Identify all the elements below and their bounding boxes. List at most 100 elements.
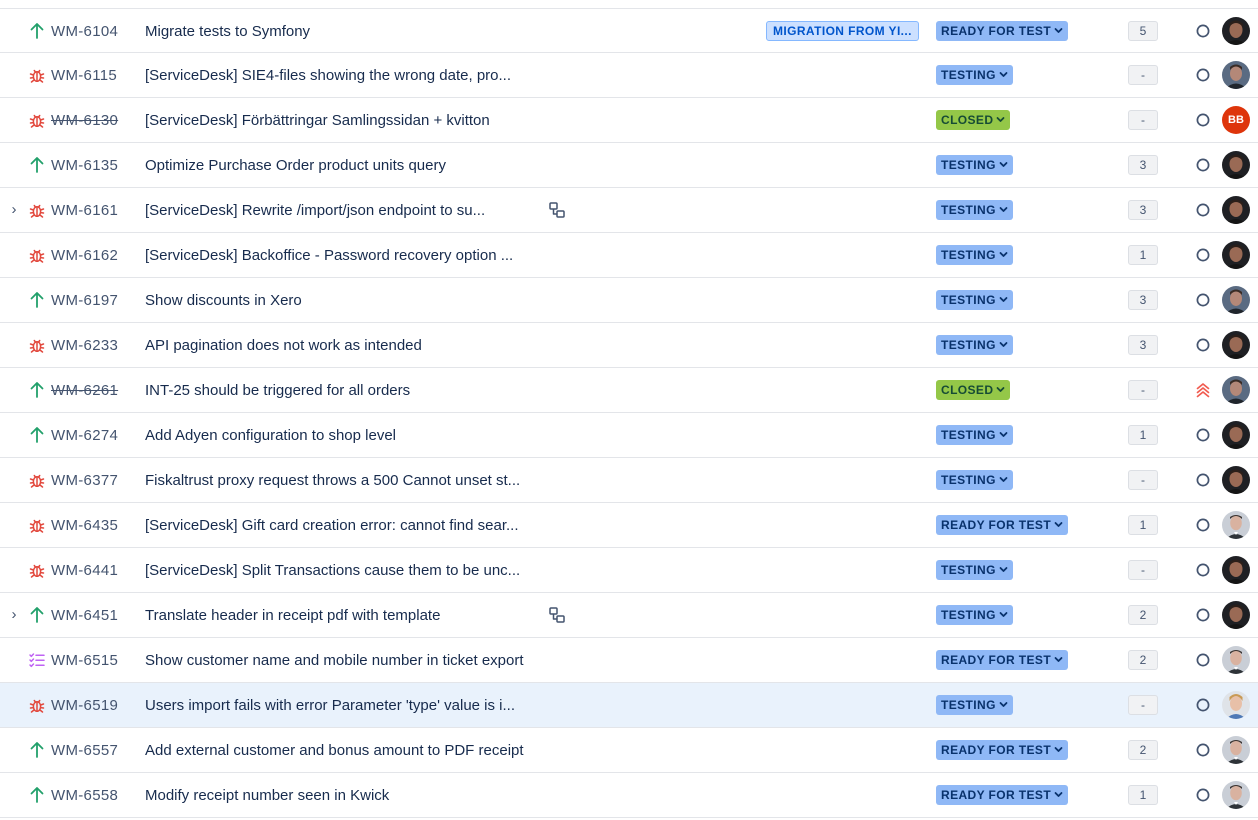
issue-key[interactable]: WM-6557 [51,741,118,760]
issue-summary[interactable]: API pagination does not work as intended [145,336,422,355]
issue-row[interactable]: WM-6558 Modify receipt number seen in Kwi… [0,773,1258,818]
assignee-avatar[interactable] [1222,376,1250,404]
issue-summary[interactable]: Add Adyen configuration to shop level [145,426,396,445]
issue-row[interactable]: WM-6274 Add Adyen configuration to shop l… [0,413,1258,458]
issue-row[interactable]: WM-6233 API pagination does not work as i… [0,323,1258,368]
story-points-badge[interactable]: 2 [1128,605,1158,625]
issue-row[interactable]: WM-6130 [ServiceDesk] Förbättringar Samli… [0,98,1258,143]
issue-key[interactable]: WM-6441 [51,561,118,580]
assignee-avatar[interactable] [1222,691,1250,719]
status-dropdown[interactable]: TESTING [936,290,1013,310]
issue-summary[interactable]: [ServiceDesk] Split Transactions cause t… [145,561,520,580]
issue-summary[interactable]: Migrate tests to Symfony [145,22,310,41]
issue-row[interactable]: WM-6435 [ServiceDesk] Gift card creation … [0,503,1258,548]
issue-row[interactable]: WM-6557 Add external customer and bonus a… [0,728,1258,773]
assignee-avatar[interactable] [1222,736,1250,764]
issue-key[interactable]: WM-6130 [51,111,118,130]
issue-key[interactable]: WM-6435 [51,516,118,535]
issue-summary[interactable]: INT-25 should be triggered for all order… [145,381,410,400]
story-points-badge[interactable]: 2 [1128,740,1158,760]
issue-summary[interactable]: [ServiceDesk] Gift card creation error: … [145,516,519,535]
status-dropdown[interactable]: READY FOR TEST [936,515,1069,535]
status-dropdown[interactable]: TESTING [936,335,1013,355]
issue-row[interactable]: WM-6162 [ServiceDesk] Backoffice - Passwo… [0,233,1258,278]
issue-key[interactable]: WM-6519 [51,696,118,715]
issue-summary[interactable]: Show customer name and mobile number in … [145,651,524,670]
issue-summary[interactable]: Users import fails with error Parameter … [145,696,515,715]
issue-key[interactable]: WM-6104 [51,22,118,41]
issue-row[interactable]: WM-6135 Optimize Purchase Order product u… [0,143,1258,188]
issue-row[interactable]: › WM-6451 Translate header in receipt pdf … [0,593,1258,638]
status-dropdown[interactable]: TESTING [936,245,1013,265]
issue-key[interactable]: WM-6451 [51,606,118,625]
story-points-badge[interactable]: 3 [1128,155,1158,175]
story-points-badge[interactable]: - [1128,560,1158,580]
issue-key[interactable]: WM-6558 [51,786,118,805]
assignee-avatar[interactable] [1222,331,1250,359]
issue-key[interactable]: WM-6115 [51,66,117,85]
issue-key[interactable]: WM-6377 [51,471,118,490]
issue-key[interactable]: WM-6515 [51,651,118,670]
issue-key[interactable]: WM-6274 [51,426,118,445]
status-dropdown[interactable]: READY FOR TEST [936,21,1069,41]
assignee-avatar[interactable]: BB [1222,106,1250,134]
issue-row[interactable]: WM-6519 Users import fails with error Par… [0,683,1258,728]
status-dropdown[interactable]: TESTING [936,200,1013,220]
issue-key[interactable]: WM-6261 [51,381,118,400]
issue-row[interactable]: WM-6115 [ServiceDesk] SIE4-files showing … [0,53,1258,98]
issue-summary[interactable]: [ServiceDesk] Backoffice - Password reco… [145,246,513,265]
story-points-badge[interactable]: 1 [1128,425,1158,445]
story-points-badge[interactable]: 1 [1128,245,1158,265]
status-dropdown[interactable]: CLOSED [936,110,1011,130]
assignee-avatar[interactable] [1222,196,1250,224]
story-points-badge[interactable]: 1 [1128,785,1158,805]
issue-summary[interactable]: Translate header in receipt pdf with tem… [145,606,440,625]
status-dropdown[interactable]: TESTING [936,470,1013,490]
expand-chevron-right-icon[interactable]: › [7,606,21,624]
issue-summary[interactable]: Modify receipt number seen in Kwick [145,786,389,805]
assignee-avatar[interactable] [1222,151,1250,179]
issue-row[interactable]: WM-6377 Fiskaltrust proxy request throws … [0,458,1258,503]
issue-key[interactable]: WM-6233 [51,336,118,355]
epic-label[interactable]: MIGRATION FROM YI... [766,21,919,41]
issue-summary[interactable]: Add external customer and bonus amount t… [145,741,524,760]
assignee-avatar[interactable] [1222,241,1250,269]
issue-summary[interactable]: Fiskaltrust proxy request throws a 500 C… [145,471,520,490]
story-points-badge[interactable]: - [1128,695,1158,715]
issue-row[interactable]: WM-6261 INT-25 should be triggered for al… [0,368,1258,413]
status-dropdown[interactable]: TESTING [936,560,1013,580]
assignee-avatar[interactable] [1222,421,1250,449]
assignee-avatar[interactable] [1222,17,1250,45]
story-points-badge[interactable]: 3 [1128,200,1158,220]
assignee-avatar[interactable] [1222,511,1250,539]
issue-key[interactable]: WM-6161 [51,201,118,220]
story-points-badge[interactable]: 3 [1128,290,1158,310]
assignee-avatar[interactable] [1222,781,1250,809]
story-points-badge[interactable]: 3 [1128,335,1158,355]
status-dropdown[interactable]: TESTING [936,425,1013,445]
status-dropdown[interactable]: READY FOR TEST [936,740,1069,760]
story-points-badge[interactable]: 1 [1128,515,1158,535]
issue-summary[interactable]: [ServiceDesk] Förbättringar Samlingssida… [145,111,490,130]
issue-row[interactable]: › WM-6161 [ServiceDesk] Rewrite /import/js… [0,188,1258,233]
assignee-avatar[interactable] [1222,286,1250,314]
status-dropdown[interactable]: TESTING [936,695,1013,715]
expand-chevron-right-icon[interactable]: › [7,201,21,219]
assignee-avatar[interactable] [1222,61,1250,89]
story-points-badge[interactable]: - [1128,470,1158,490]
story-points-badge[interactable]: - [1128,110,1158,130]
issue-row[interactable]: WM-6104 Migrate tests to Symfony MIGRATION… [0,8,1258,53]
issue-summary[interactable]: Optimize Purchase Order product units qu… [145,156,446,175]
assignee-avatar[interactable] [1222,601,1250,629]
issue-row[interactable]: WM-6441 [ServiceDesk] Split Transactions … [0,548,1258,593]
status-dropdown[interactable]: TESTING [936,155,1013,175]
issue-key[interactable]: WM-6135 [51,156,118,175]
story-points-badge[interactable]: 5 [1128,21,1158,41]
status-dropdown[interactable]: READY FOR TEST [936,650,1069,670]
story-points-badge[interactable]: - [1128,65,1158,85]
assignee-avatar[interactable] [1222,466,1250,494]
assignee-avatar[interactable] [1222,556,1250,584]
status-dropdown[interactable]: TESTING [936,605,1013,625]
status-dropdown[interactable]: TESTING [936,65,1013,85]
status-dropdown[interactable]: CLOSED [936,380,1011,400]
